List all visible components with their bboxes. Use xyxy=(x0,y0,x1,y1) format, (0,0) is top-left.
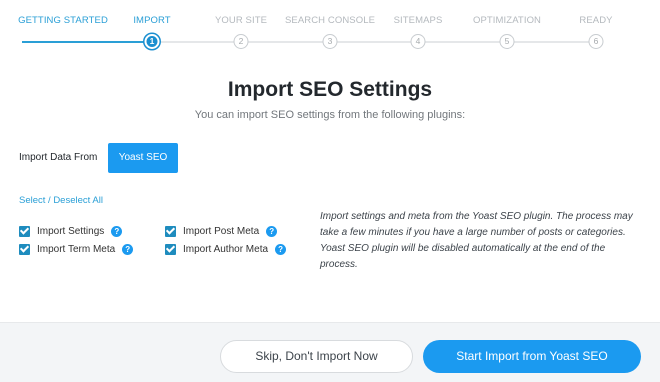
option-import-post-meta: Import Post Meta ? xyxy=(165,226,278,237)
step-number-ready: 6 xyxy=(588,34,604,49)
import-author-meta-checkbox[interactable] xyxy=(165,244,176,255)
help-icon[interactable]: ? xyxy=(111,226,123,237)
progress-track-remaining xyxy=(152,41,596,43)
select-deselect-all-link[interactable]: Select / Deselect All xyxy=(19,195,103,206)
step-number-search-console: 3 xyxy=(322,34,338,49)
import-settings-label[interactable]: Import Settings xyxy=(37,226,104,237)
step-number-optimization: 5 xyxy=(499,34,515,49)
help-icon[interactable]: ? xyxy=(122,244,134,255)
help-icon[interactable]: ? xyxy=(266,226,278,237)
import-description: Import settings and meta from the Yoast … xyxy=(320,211,633,270)
import-author-meta-label[interactable]: Import Author Meta xyxy=(183,244,268,255)
step-label-your-site: YOUR SITE xyxy=(214,15,268,26)
step-label-search-console: SEARCH CONSOLE xyxy=(284,15,376,26)
yoast-seo-plugin-button[interactable]: Yoast SEO xyxy=(108,143,178,173)
progress-track-complete xyxy=(22,41,152,43)
step-number-sitemaps: 4 xyxy=(410,34,426,49)
start-import-button[interactable]: Start Import from Yoast SEO xyxy=(423,340,641,373)
option-import-term-meta: Import Term Meta ? xyxy=(19,244,134,255)
page-subtitle: You can import SEO settings from the fol… xyxy=(194,109,466,121)
import-post-meta-checkbox[interactable] xyxy=(165,226,176,237)
option-import-settings: Import Settings ? xyxy=(19,226,123,237)
step-label-sitemaps: SITEMAPS xyxy=(393,15,443,26)
step-label-ready: READY xyxy=(579,15,613,26)
page-title: Import SEO Settings xyxy=(227,78,433,101)
import-post-meta-label[interactable]: Import Post Meta xyxy=(183,226,259,237)
import-term-meta-checkbox[interactable] xyxy=(19,244,30,255)
step-label-optimization: OPTIMIZATION xyxy=(472,15,542,26)
import-settings-checkbox[interactable] xyxy=(19,226,30,237)
step-label-import[interactable]: IMPORT xyxy=(133,15,170,26)
setup-stepper: GETTING STARTED IMPORT 1 YOUR SITE 2 SEA… xyxy=(0,0,660,60)
wizard-footer: Skip, Don't Import Now Start Import from… xyxy=(0,322,660,382)
option-import-author-meta: Import Author Meta ? xyxy=(165,244,287,255)
step-number-your-site: 2 xyxy=(233,34,249,49)
help-icon[interactable]: ? xyxy=(275,244,287,255)
import-term-meta-label[interactable]: Import Term Meta xyxy=(37,244,115,255)
step-number-import[interactable]: 1 xyxy=(144,34,160,49)
skip-import-button[interactable]: Skip, Don't Import Now xyxy=(220,340,413,373)
import-data-from-label: Import Data From xyxy=(19,152,98,163)
step-label-getting-started[interactable]: GETTING STARTED xyxy=(18,15,108,26)
